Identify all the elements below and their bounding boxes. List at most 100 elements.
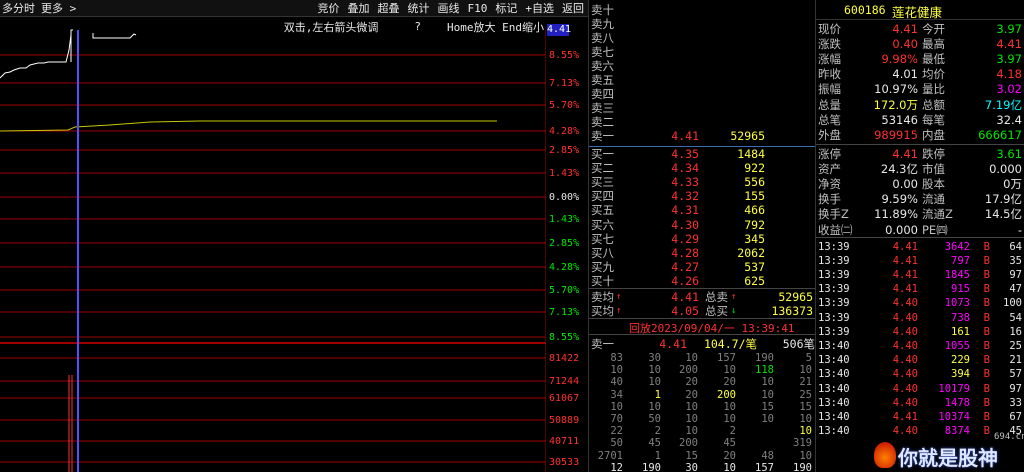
queue-order-size: 70 (610, 413, 623, 425)
buy-level-volume: 345 (744, 231, 765, 246)
fundamental-label: 流通 (922, 192, 945, 207)
fundamental-row: 换手Z 11.89% 流通Z 14.5亿 (816, 207, 1024, 222)
queue-order-size: 10 (723, 461, 736, 472)
queue-order-size: 30 (648, 352, 661, 364)
buy-level-volume: 155 (744, 189, 765, 204)
fundamental-value: 0.000 (989, 161, 1022, 176)
queue-per-order: 104.7/笔 (703, 336, 757, 351)
tick-row: 13:40 4.40 8374 B 45 (816, 424, 1024, 439)
buy-level-row[interactable]: 买十 4.26 625 (589, 274, 815, 289)
tick-volume: 797 (951, 254, 970, 267)
price-axis-label: 8.55% (549, 332, 580, 343)
sell-level-row[interactable]: 卖七 (589, 44, 815, 59)
buy-level-row[interactable]: 买三 4.33 556 (589, 174, 815, 189)
queue-order-size: 2701 (597, 449, 623, 462)
queue-order-size: 22 (610, 425, 623, 438)
queue-order-size: 1 (654, 449, 661, 462)
sell-level-row[interactable]: 卖八 (589, 30, 815, 45)
sell-level-row[interactable]: 卖十 (589, 2, 815, 17)
tick-row: 13:40 4.41 10374 B 67 (816, 409, 1024, 424)
tick-time: 13:39 (818, 268, 850, 281)
tick-side: B (983, 354, 990, 367)
sell-level-row[interactable]: 卖六 (589, 58, 815, 73)
back-button[interactable]: 返回 (562, 0, 584, 16)
quote-value: 3.97 (996, 51, 1022, 66)
queue-order-size: 10 (723, 413, 736, 425)
stock-name[interactable]: 莲花健康 (892, 2, 942, 21)
buy-level-volume: 556 (744, 174, 765, 189)
tick-count: 54 (1009, 311, 1022, 324)
buy-level-row[interactable]: 买六 4.30 792 (589, 217, 815, 232)
fundamental-row: 收益㈡ 0.000 PE㈣ - (816, 222, 1024, 237)
buy-level-price: 4.29 (671, 231, 699, 246)
buy-level-row[interactable]: 买一 4.35 1484 (589, 146, 815, 161)
buy-level-price: 4.33 (671, 174, 699, 189)
tick-price: 4.40 (892, 425, 918, 438)
quote-label: 振幅 (818, 82, 841, 97)
price-line (0, 29, 73, 79)
buy-level-row[interactable]: 买五 4.31 466 (589, 203, 815, 218)
quote-value: 989915 (874, 127, 918, 142)
tick-price: 4.40 (892, 297, 918, 310)
queue-row: 10 10 10 10 15 15 (589, 401, 815, 413)
sell-level-row[interactable]: 卖九 (589, 16, 815, 31)
tick-time: 13:39 (818, 283, 850, 296)
total-buy-label: 总买 (705, 303, 728, 318)
buy-level-price: 4.30 (671, 217, 699, 232)
queue-order-size: 10 (723, 364, 736, 377)
queue-order-size: 15 (685, 449, 698, 462)
stock-code[interactable]: 600186 (844, 3, 886, 17)
quote-value: 4.41 (892, 21, 918, 36)
tick-price: 4.40 (892, 354, 918, 367)
quote-label: 涨跌 (818, 36, 841, 51)
sell-level-row[interactable]: 卖五 (589, 72, 815, 87)
buy-level-row[interactable]: 买九 4.27 537 (589, 260, 815, 275)
buy-level-row[interactable]: 买八 4.28 2062 (589, 245, 815, 260)
quote-row: 涨幅 9.98% 最低 3.97 (816, 51, 1024, 66)
sell-level-row[interactable]: 卖四 (589, 86, 815, 101)
quote-label: 总额 (922, 97, 945, 112)
queue-row: 70 50 10 10 10 10 (589, 413, 815, 425)
queue-order-size: 10 (648, 400, 661, 413)
queue-row: 83 30 10 157 190 5 (589, 352, 815, 364)
tick-count: 100 (1003, 297, 1022, 310)
tick-time: 13:39 (818, 240, 850, 253)
tick-time: 13:40 (818, 339, 850, 352)
tick-row: 13:39 4.41 915 B 47 (816, 282, 1024, 297)
tick-time: 13:40 (818, 410, 850, 423)
quote-value: 32.4 (996, 112, 1022, 127)
queue-order-size: 34 (610, 388, 623, 401)
info-divider (816, 237, 1024, 238)
tick-side: B (983, 410, 990, 423)
buy-level-row[interactable]: 买二 4.34 922 (589, 160, 815, 175)
queue-price: 4.41 (659, 336, 687, 351)
buy-level-volume: 792 (744, 217, 765, 232)
price-axis-label: 7.13% (549, 78, 580, 89)
tick-side: B (983, 297, 990, 310)
sell-level-row[interactable]: 卖二 (589, 114, 815, 129)
quote-value: 9.98% (881, 51, 918, 66)
fundamental-value: 11.89% (874, 207, 918, 222)
tick-side: B (983, 382, 990, 395)
queue-order-size: 190 (755, 352, 774, 364)
chart-grid (0, 54, 546, 463)
tick-row: 13:40 4.40 10179 B 97 (816, 381, 1024, 396)
queue-order-size: 45 (648, 437, 661, 450)
quote-row: 外盘 989915 内盘 666617 (816, 127, 1024, 142)
intraday-chart-panel[interactable]: 多分时 更多 > 竞价 叠加 超叠 统计 画线 F10 标记 +自选 返回 双击… (0, 0, 588, 472)
sell-level-row[interactable]: 卖三 (589, 100, 815, 115)
tick-volume: 1073 (944, 297, 970, 310)
tick-count: 64 (1009, 240, 1022, 253)
fundamental-label: 换手 (818, 192, 841, 207)
fundamental-label: 涨停 (818, 146, 841, 161)
volume-axis-label: 50889 (549, 415, 580, 426)
tick-time: 13:39 (818, 297, 850, 310)
buy-level-row[interactable]: 买七 4.29 345 (589, 231, 815, 246)
queue-order-size: 40 (610, 376, 623, 389)
queue-order-size: 200 (717, 388, 736, 401)
queue-row: 34 1 20 200 10 25 (589, 389, 815, 401)
price-axis-label: 1.43% (549, 214, 580, 225)
sell-level-row[interactable]: 卖一 4.41 52965 (589, 128, 815, 143)
intraday-price-chart[interactable] (0, 0, 546, 472)
buy-level-row[interactable]: 买四 4.32 155 (589, 189, 815, 204)
